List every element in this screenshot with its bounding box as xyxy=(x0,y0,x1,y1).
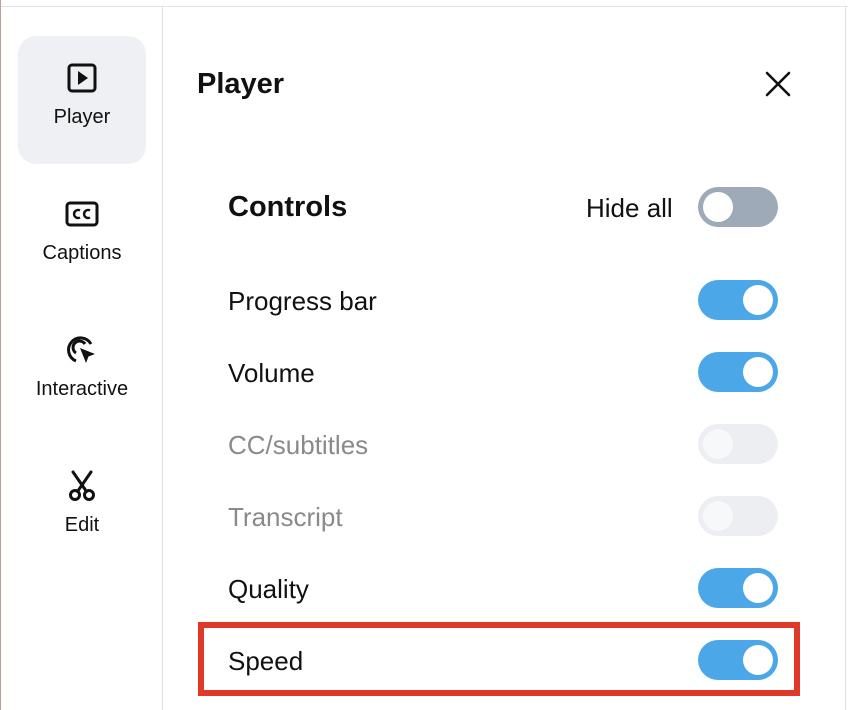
scissors-icon xyxy=(69,470,95,501)
volume-toggle[interactable] xyxy=(698,352,778,392)
progress-bar-toggle[interactable] xyxy=(698,280,778,320)
sidebar-item-label: Edit xyxy=(64,514,100,536)
toggle-knob xyxy=(743,573,773,603)
toggle-knob xyxy=(743,285,773,315)
cc-subtitles-toggle[interactable] xyxy=(698,424,778,464)
cc-icon xyxy=(65,201,99,227)
speed-row-highlight xyxy=(198,622,800,696)
controls-heading: Controls xyxy=(228,191,348,223)
left-edge xyxy=(0,0,1,710)
sidebar-item-label: Captions xyxy=(42,242,122,264)
cc-subtitles-label: CC/subtitles xyxy=(228,430,369,460)
sidebar-divider xyxy=(162,6,163,710)
progress-bar-label: Progress bar xyxy=(228,286,377,316)
panel-title: Player xyxy=(197,68,285,100)
play-square-icon xyxy=(67,63,97,93)
cursor-click-icon xyxy=(67,336,95,363)
sidebar-item-label: Interactive xyxy=(35,378,129,400)
toggle-knob xyxy=(703,429,733,459)
sidebar-item-interactive[interactable]: Interactive xyxy=(18,308,146,436)
toggle-knob xyxy=(703,501,733,531)
sidebar-item-edit[interactable]: Edit xyxy=(18,444,146,572)
quality-toggle[interactable] xyxy=(698,568,778,608)
toggle-knob xyxy=(743,357,773,387)
right-edge xyxy=(845,6,846,710)
volume-label: Volume xyxy=(228,358,315,388)
hide-all-label: Hide all xyxy=(586,193,673,223)
sidebar-item-player[interactable]: Player xyxy=(18,36,146,164)
transcript-label: Transcript xyxy=(228,502,343,532)
hide-all-toggle[interactable] xyxy=(698,187,778,227)
transcript-toggle[interactable] xyxy=(698,496,778,536)
toggle-knob xyxy=(703,192,733,222)
sidebar-item-captions[interactable]: Captions xyxy=(18,172,146,300)
quality-label: Quality xyxy=(228,574,309,604)
sidebar-item-label: Player xyxy=(53,106,111,128)
top-border xyxy=(0,6,848,7)
close-icon[interactable] xyxy=(758,64,798,104)
